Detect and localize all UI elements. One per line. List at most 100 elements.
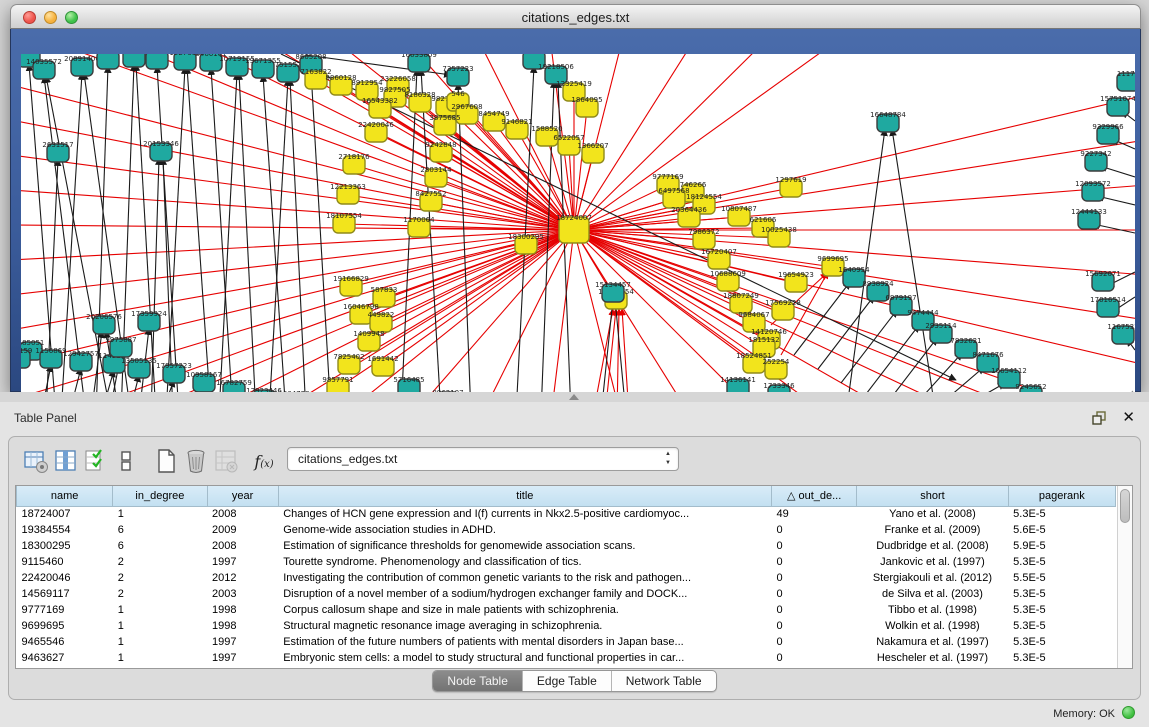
splitter-handle-icon[interactable] bbox=[569, 394, 579, 400]
table-row[interactable]: 969969511998Structural magnetic resonanc… bbox=[17, 618, 1116, 634]
table-cell[interactable]: Tibbo et al. (1998) bbox=[857, 602, 1008, 618]
table-cell[interactable]: 5.3E-5 bbox=[1008, 634, 1115, 650]
table-cell[interactable]: Franke et al. (2009) bbox=[857, 522, 1008, 538]
table-cell[interactable]: 5.3E-5 bbox=[1008, 586, 1115, 602]
show-column-icon[interactable] bbox=[51, 446, 81, 476]
graph-node[interactable]: 1864095 bbox=[571, 96, 602, 117]
table-cell[interactable]: 5.3E-5 bbox=[1008, 506, 1115, 522]
graph-node[interactable]: 19166829 bbox=[333, 275, 369, 296]
table-cell[interactable]: 5.3E-5 bbox=[1008, 602, 1115, 618]
table-cell[interactable]: 1 bbox=[113, 602, 207, 618]
table-row[interactable]: 1830029562008Estimation of significance … bbox=[17, 538, 1116, 554]
graph-node[interactable]: 16720407 bbox=[701, 248, 737, 269]
column-header[interactable]: name bbox=[17, 486, 113, 506]
table-cell[interactable]: de Silva et al. (2003) bbox=[857, 586, 1008, 602]
table-row[interactable]: 911546021997Tourette syndrome. Phenomeno… bbox=[17, 554, 1116, 570]
graph-node[interactable]: 12213363 bbox=[330, 183, 366, 204]
graph-node[interactable]: 15751074 bbox=[1100, 95, 1135, 116]
graph-node[interactable]: 1156869 bbox=[35, 347, 66, 368]
graph-node[interactable]: 252254 bbox=[763, 358, 790, 379]
graph-node[interactable]: 1409948 bbox=[353, 330, 384, 351]
graph-node[interactable]: 11172 bbox=[1117, 70, 1135, 91]
graph-node[interactable]: 9146821 bbox=[501, 118, 532, 139]
delete-column-icon[interactable] bbox=[181, 446, 211, 476]
table-cell[interactable]: Dudbridge et al. (2008) bbox=[857, 538, 1008, 554]
table-cell[interactable]: Structural magnetic resonance image aver… bbox=[278, 618, 771, 634]
table-cell[interactable]: 1997 bbox=[207, 650, 278, 666]
table-cell[interactable]: Estimation of significance thresholds fo… bbox=[278, 538, 771, 554]
table-select-dropdown[interactable]: citations_edges.txt ▲▼ bbox=[287, 447, 679, 471]
graph-node[interactable]: 1691442 bbox=[367, 355, 398, 376]
graph-node[interactable]: 7357223 bbox=[442, 65, 473, 86]
column-header[interactable]: pagerank bbox=[1008, 486, 1115, 506]
table-cell[interactable]: 1 bbox=[113, 506, 207, 522]
table-cell[interactable]: 2012 bbox=[207, 570, 278, 586]
graph-node[interactable]: 2803144 bbox=[420, 166, 452, 187]
row-height-icon[interactable] bbox=[111, 446, 141, 476]
graph-node[interactable]: 13505135 bbox=[121, 357, 157, 378]
table-cell[interactable]: 0 bbox=[772, 618, 857, 634]
table-cell[interactable]: 1 bbox=[113, 634, 207, 650]
table-cell[interactable]: 0 bbox=[772, 586, 857, 602]
table-cell[interactable]: Corpus callosum shape and size in male p… bbox=[278, 602, 771, 618]
table-cell[interactable]: Stergiakouli et al. (2012) bbox=[857, 570, 1008, 586]
table-cell[interactable]: 5.5E-5 bbox=[1008, 570, 1115, 586]
graph-node[interactable]: 9242848 bbox=[425, 141, 456, 162]
table-row[interactable]: 2242004622012Investigating the contribut… bbox=[17, 570, 1116, 586]
select-columns-icon[interactable] bbox=[81, 446, 111, 476]
graph-node[interactable]: 9975887 bbox=[105, 336, 136, 357]
table-cell[interactable]: 6 bbox=[113, 538, 207, 554]
graph-node[interactable]: 7825402 bbox=[333, 353, 364, 374]
graph-node[interactable]: 20153346 bbox=[143, 140, 179, 161]
table-cell[interactable]: 2 bbox=[113, 570, 207, 586]
graph-node[interactable]: 17359924 bbox=[131, 310, 167, 331]
table-cell[interactable]: 22420046 bbox=[17, 570, 113, 586]
graph-node[interactable]: 1167533 bbox=[1107, 323, 1135, 344]
table-cell[interactable]: 1998 bbox=[207, 618, 278, 634]
graph-node[interactable]: 20364436 bbox=[671, 206, 707, 227]
table-row[interactable]: 946554611997Estimation of the future num… bbox=[17, 634, 1116, 650]
table-cell[interactable]: 0 bbox=[772, 602, 857, 618]
graph-node[interactable]: 1297619 bbox=[775, 176, 806, 197]
panel-splitter[interactable] bbox=[0, 392, 1149, 402]
table-cell[interactable]: 2 bbox=[113, 586, 207, 602]
graph-node[interactable]: 9636244 bbox=[92, 54, 124, 69]
table-cell[interactable]: 1997 bbox=[207, 554, 278, 570]
table-cell[interactable]: Estimation of the future numbers of pati… bbox=[278, 634, 771, 650]
table-cell[interactable]: 2008 bbox=[207, 538, 278, 554]
tab-network-table[interactable]: Network Table bbox=[612, 671, 716, 691]
table-cell[interactable]: Disruption of a novel member of a sodium… bbox=[278, 586, 771, 602]
table-cell[interactable]: 5.9E-5 bbox=[1008, 538, 1115, 554]
graph-node[interactable]: 18107554 bbox=[326, 212, 362, 233]
table-cell[interactable]: Nakamura et al. (1997) bbox=[857, 634, 1008, 650]
table-cell[interactable]: Wolkin et al. (1998) bbox=[857, 618, 1008, 634]
graph-node[interactable]: 17569228 bbox=[765, 299, 801, 320]
table-cell[interactable]: 5.3E-5 bbox=[1008, 650, 1115, 666]
table-cell[interactable]: 0 bbox=[772, 634, 857, 650]
tab-node-table[interactable]: Node Table bbox=[433, 671, 523, 691]
create-column-icon[interactable] bbox=[151, 446, 181, 476]
graph-node[interactable]: 18724007 bbox=[556, 214, 592, 243]
table-mode-icon[interactable] bbox=[21, 446, 51, 476]
table-cell[interactable]: Embryonic stem cells: a model to study s… bbox=[278, 650, 771, 666]
close-icon[interactable]: ✕ bbox=[1122, 408, 1135, 426]
table-cell[interactable]: 9115460 bbox=[17, 554, 113, 570]
graph-node[interactable]: 15692071 bbox=[1085, 270, 1121, 291]
table-cell[interactable]: 0 bbox=[772, 538, 857, 554]
column-header[interactable]: short bbox=[857, 486, 1008, 506]
graph-node[interactable]: 9329966 bbox=[1092, 123, 1124, 144]
graph-node[interactable]: 16648784 bbox=[870, 111, 906, 132]
table-cell[interactable]: 0 bbox=[772, 522, 857, 538]
table-cell[interactable]: Genome-wide association studies in ADHD. bbox=[278, 522, 771, 538]
table-cell[interactable]: Yano et al. (2008) bbox=[857, 506, 1008, 522]
table-cell[interactable]: 1 bbox=[113, 618, 207, 634]
column-header[interactable]: △ out_de... bbox=[772, 486, 857, 506]
table-cell[interactable]: 9463627 bbox=[17, 650, 113, 666]
graph-node[interactable]: 12942757 bbox=[63, 350, 99, 371]
network-graph[interactable]: 2530714035572208914069636244164151541065… bbox=[21, 54, 1135, 404]
graph-node[interactable]: 2631517 bbox=[42, 141, 73, 162]
table-cell[interactable]: 0 bbox=[772, 650, 857, 666]
graph-node[interactable]: 1366207 bbox=[577, 142, 608, 163]
graph-node[interactable]: 14035572 bbox=[26, 58, 62, 79]
table-cell[interactable]: 1 bbox=[113, 650, 207, 666]
